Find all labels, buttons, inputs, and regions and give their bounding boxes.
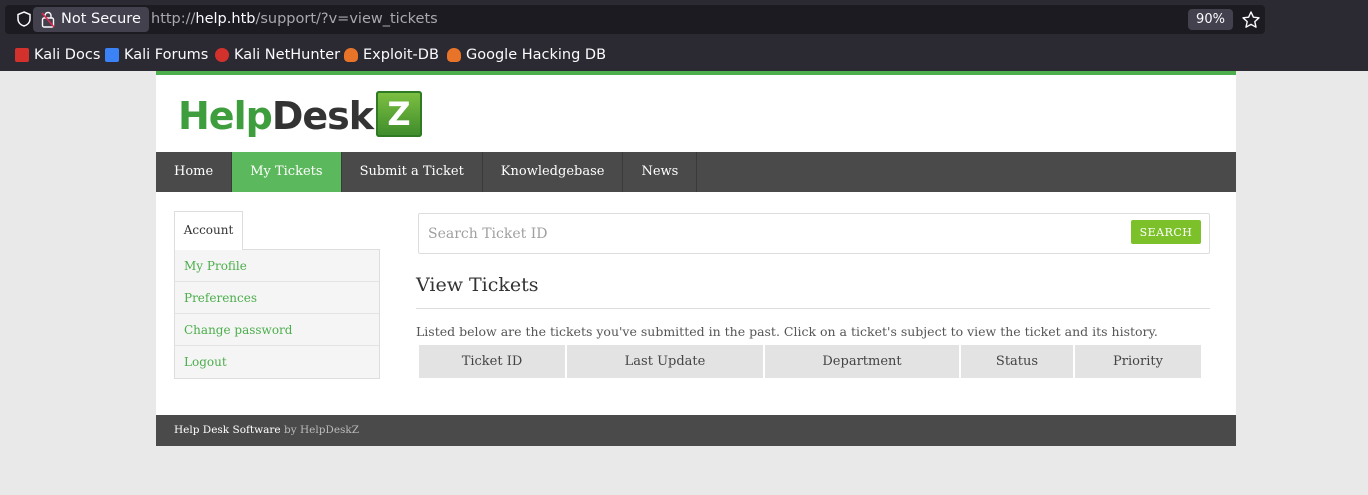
bookmark-label: Google Hacking DB <box>466 47 607 63</box>
nav-submit-ticket[interactable]: Submit a Ticket <box>342 152 483 192</box>
nav-knowledgebase[interactable]: Knowledgebase <box>483 152 624 192</box>
logo-badge: Z <box>376 91 423 137</box>
zoom-level-button[interactable]: 90% <box>1188 9 1233 30</box>
logo-part-desk: Desk <box>271 94 374 138</box>
bookmark-star-icon[interactable] <box>1241 10 1261 30</box>
logo-wordmark: HelpDesk <box>178 94 374 138</box>
nav-home[interactable]: Home <box>156 152 233 192</box>
logo-part-help: Help <box>178 94 273 138</box>
bookmark-label: Kali Docs <box>34 47 101 63</box>
bookmark-label: Kali NetHunter <box>234 47 341 63</box>
nav-my-tickets[interactable]: My Tickets <box>232 152 342 192</box>
insecure-lock-icon <box>41 11 55 28</box>
kali-nethunter-icon <box>215 48 229 62</box>
bookmark-kali-docs[interactable]: Kali Docs <box>15 45 100 65</box>
shield-icon[interactable] <box>15 10 33 28</box>
sidebar-item-change-password[interactable]: Change password <box>175 314 379 346</box>
content-area: Account My Profile Preferences Change pa… <box>156 192 1236 415</box>
bookmark-label: Exploit-DB <box>363 47 439 63</box>
site-header: HelpDesk Z <box>156 75 1236 152</box>
search-button[interactable]: SEARCH <box>1131 220 1201 244</box>
ticket-search-form: SEARCH <box>418 213 1210 254</box>
url-host: help.htb <box>195 11 256 27</box>
column-priority[interactable]: Priority <box>1075 345 1201 378</box>
main-nav: Home My Tickets Submit a Ticket Knowledg… <box>156 152 1236 192</box>
account-menu: My Profile Preferences Change password L… <box>174 249 380 379</box>
bookmark-label: Kali Forums <box>124 47 209 63</box>
kali-docs-icon <box>15 48 29 62</box>
column-ticket-id[interactable]: Ticket ID <box>419 345 565 378</box>
column-last-update[interactable]: Last Update <box>567 345 763 378</box>
bookmark-kali-forums[interactable]: Kali Forums <box>105 45 208 65</box>
intro-text: Listed below are the tickets you've subm… <box>416 324 1158 339</box>
title-divider <box>416 308 1210 309</box>
sidebar-item-my-profile[interactable]: My Profile <box>175 250 379 282</box>
sidebar-item-logout[interactable]: Logout <box>175 346 379 378</box>
exploit-db-icon <box>344 48 358 62</box>
bookmarks-toolbar: Kali Docs Kali Forums Kali NetHunter Exp… <box>0 42 1368 68</box>
column-department[interactable]: Department <box>765 345 959 378</box>
url-text[interactable]: http://help.htb/support/?v=view_tickets <box>151 11 438 27</box>
tab-account[interactable]: Account <box>174 211 243 250</box>
url-path: /support/?v=view_tickets <box>255 11 438 27</box>
footer-credit: by HelpDeskZ <box>283 424 360 436</box>
url-prefix: http:// <box>151 11 196 27</box>
sidebar-item-preferences[interactable]: Preferences <box>175 282 379 314</box>
page-title: View Tickets <box>416 274 539 296</box>
bookmark-google-hacking-db[interactable]: Google Hacking DB <box>447 45 606 65</box>
table-header-row: Ticket ID Last Update Department Status … <box>419 345 1201 378</box>
tickets-table: Ticket ID Last Update Department Status … <box>417 345 1203 378</box>
search-ticket-input[interactable] <box>419 214 1119 253</box>
security-indicator[interactable]: Not Secure <box>33 7 149 32</box>
address-bar[interactable]: Not Secure http://help.htb/support/?v=vi… <box>5 5 1265 34</box>
bookmark-kali-nethunter[interactable]: Kali NetHunter <box>215 45 340 65</box>
helpdeskz-logo[interactable]: HelpDesk Z <box>178 89 423 138</box>
column-status[interactable]: Status <box>961 345 1073 378</box>
kali-forums-icon <box>105 48 119 62</box>
security-label: Not Secure <box>61 11 141 27</box>
site-footer: Help Desk Software by HelpDeskZ <box>156 415 1236 446</box>
ghdb-icon <box>447 48 461 62</box>
bookmark-exploit-db[interactable]: Exploit-DB <box>344 45 439 65</box>
page-container: HelpDesk Z Home My Tickets Submit a Tick… <box>156 71 1236 446</box>
footer-link[interactable]: Help Desk Software <box>174 424 281 436</box>
browser-chrome: Not Secure http://help.htb/support/?v=vi… <box>0 0 1368 71</box>
nav-news[interactable]: News <box>623 152 698 192</box>
